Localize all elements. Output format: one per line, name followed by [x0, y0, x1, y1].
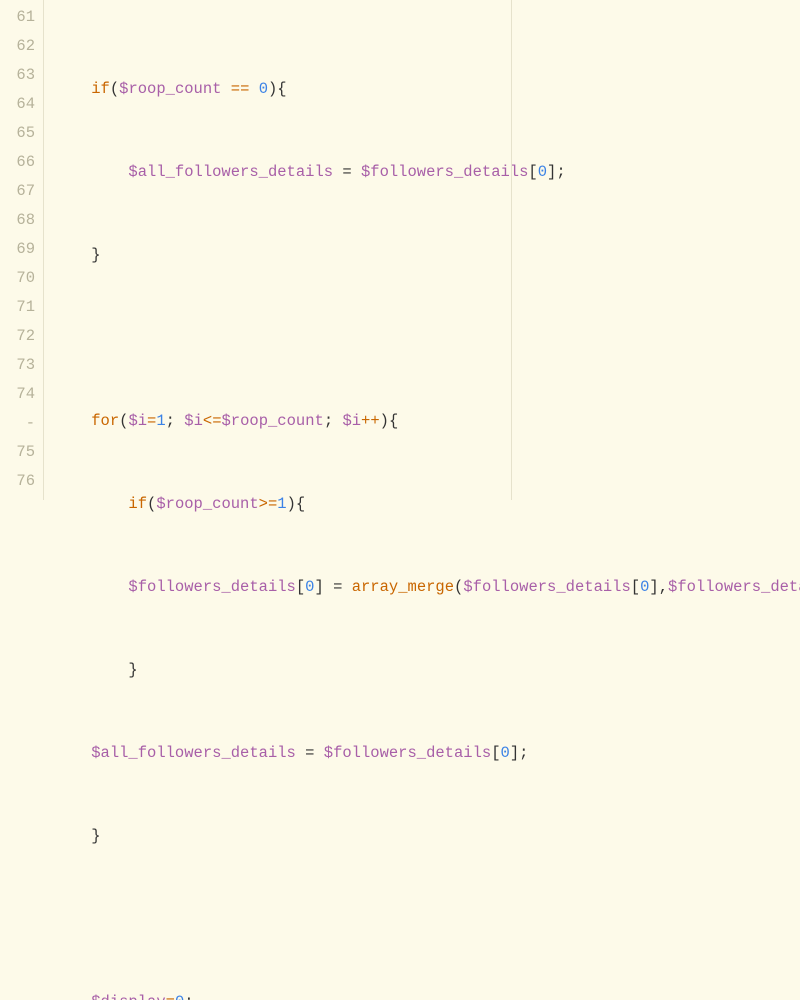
code-line[interactable]: } — [54, 656, 800, 685]
code-line[interactable]: $followers_details[0] = array_merge($fol… — [54, 573, 800, 602]
line-number-gutter: 61 62 63 64 65 66 67 68 69 70 71 72 73 7… — [0, 0, 44, 500]
code-line[interactable]: $all_followers_details = $followers_deta… — [54, 739, 800, 768]
line-number: 68 — [0, 206, 35, 235]
line-number: 69 — [0, 235, 35, 264]
code-line[interactable] — [54, 905, 800, 934]
code-line[interactable]: $display=0; — [54, 988, 800, 1000]
code-line[interactable]: } — [54, 822, 800, 851]
code-line[interactable]: for($i=1; $i<=$roop_count; $i++){ — [54, 407, 800, 436]
line-number: 75 — [0, 438, 35, 467]
line-number: 66 — [0, 148, 35, 177]
line-number: 73 — [0, 351, 35, 380]
line-number: - — [0, 409, 35, 438]
code-line[interactable]: if($roop_count>=1){ — [54, 490, 800, 519]
code-line[interactable] — [54, 324, 800, 353]
line-number: 67 — [0, 177, 35, 206]
line-number: 65 — [0, 119, 35, 148]
line-number: 70 — [0, 264, 35, 293]
code-line[interactable]: if($roop_count == 0){ — [54, 75, 800, 104]
line-number: 62 — [0, 32, 35, 61]
code-editor[interactable]: if($roop_count == 0){ $all_followers_det… — [44, 0, 800, 500]
line-number: 72 — [0, 322, 35, 351]
code-line[interactable]: $all_followers_details = $followers_deta… — [54, 158, 800, 187]
line-number: 63 — [0, 61, 35, 90]
line-number: 61 — [0, 3, 35, 32]
line-number: 64 — [0, 90, 35, 119]
line-number: 71 — [0, 293, 35, 322]
line-number: 76 — [0, 467, 35, 496]
code-line[interactable]: } — [54, 241, 800, 270]
line-number: 74 — [0, 380, 35, 409]
